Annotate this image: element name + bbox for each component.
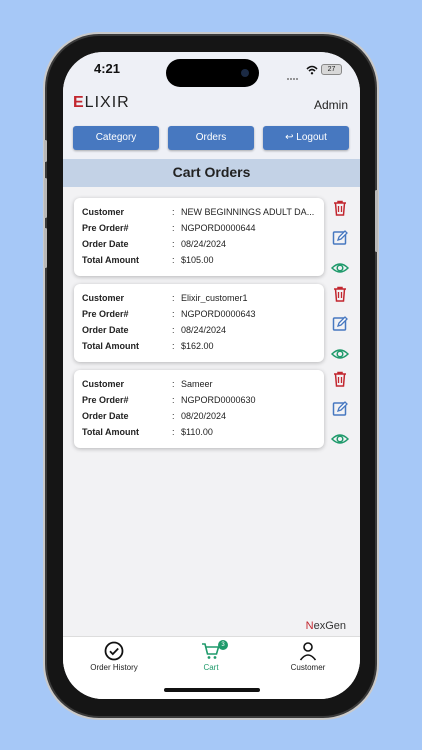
customer-label: Customer — [82, 207, 125, 217]
nexgen-brand: NexGen — [305, 620, 346, 632]
logout-label: Logout — [296, 132, 327, 143]
preorder-value: NGPORD0000644 — [181, 223, 256, 233]
orders-list: Customer: NEW BEGINNINGS ADULT DA... Pre … — [63, 187, 360, 636]
page-title: Cart Orders — [172, 164, 251, 180]
trash-icon[interactable] — [331, 285, 349, 303]
cart-badge: 3 — [218, 640, 228, 650]
tab-label: Cart — [203, 663, 219, 672]
phone-power-button — [375, 190, 378, 252]
dynamic-island — [166, 59, 259, 87]
date-label: Order Date — [82, 411, 129, 421]
nav-buttons: Category Orders ↩ Logout — [63, 121, 360, 163]
elixir-logo: ELIXIR — [73, 94, 130, 111]
edit-icon[interactable] — [331, 315, 349, 333]
battery-icon: 27 — [321, 64, 342, 75]
preorder-label: Pre Order# — [82, 309, 129, 319]
amount-value: $105.00 — [181, 255, 214, 265]
tab-order-history[interactable]: Order History — [69, 641, 159, 672]
user-name: Admin — [313, 98, 348, 112]
check-circle-icon — [104, 641, 124, 661]
status-time: 4:21 — [94, 61, 121, 76]
date-value: 08/24/2024 — [181, 239, 227, 249]
tab-cart[interactable]: 3 Cart — [166, 640, 256, 672]
tab-label: Order History — [90, 663, 138, 672]
camera-icon — [241, 69, 249, 77]
preorder-label: Pre Order# — [82, 223, 129, 233]
customer-value: Elixir_customer1 — [181, 293, 248, 303]
status-bar: 4:21 27 — [63, 52, 360, 88]
phone-side-button — [44, 140, 47, 162]
preorder-label: Pre Order# — [82, 395, 129, 405]
app-header: ELIXIR Admin — [63, 88, 360, 121]
user-icon — [299, 642, 317, 661]
edit-icon[interactable] — [331, 229, 349, 247]
home-indicator — [164, 688, 260, 692]
preorder-value: NGPORD0000630 — [181, 395, 256, 405]
logout-icon: ↩ — [285, 132, 294, 143]
customer-value: Sameer — [181, 379, 213, 389]
eye-icon[interactable] — [331, 345, 349, 363]
eye-icon[interactable] — [331, 430, 349, 448]
amount-value: $162.00 — [181, 341, 214, 351]
date-value: 08/20/2024 — [181, 411, 227, 421]
amount-value: $110.00 — [181, 427, 213, 437]
app-screen: 4:21 27 ELIXIR Admin Category Orders ↩ L… — [63, 52, 360, 699]
phone-volume-up — [44, 178, 47, 218]
trash-icon[interactable] — [331, 370, 349, 388]
customer-value: NEW BEGINNINGS ADULT DA... — [181, 207, 315, 217]
order-card[interactable]: Customer: Elixir_customer1 Pre Order#: NGP… — [74, 284, 324, 362]
customer-label: Customer — [82, 379, 125, 389]
wifi-icon — [306, 62, 318, 80]
tab-customer[interactable]: Customer — [263, 641, 353, 672]
customer-label: Customer — [82, 293, 125, 303]
date-label: Order Date — [82, 239, 129, 249]
edit-icon[interactable] — [331, 400, 349, 418]
trash-icon[interactable] — [331, 199, 349, 217]
category-button[interactable]: Category — [73, 126, 159, 150]
date-value: 08/24/2024 — [181, 325, 227, 335]
signal-icon — [287, 67, 299, 85]
amount-label: Total Amount — [82, 427, 139, 437]
eye-icon[interactable] — [331, 259, 349, 277]
date-label: Order Date — [82, 325, 129, 335]
amount-label: Total Amount — [82, 341, 139, 351]
preorder-value: NGPORD0000643 — [181, 309, 256, 319]
amount-label: Total Amount — [82, 255, 139, 265]
page-title-bar: Cart Orders — [63, 159, 360, 187]
orders-button[interactable]: Orders — [168, 126, 254, 150]
logout-button[interactable]: ↩ Logout — [263, 126, 349, 150]
phone-volume-down — [44, 228, 47, 268]
order-card[interactable]: Customer: NEW BEGINNINGS ADULT DA... Pre … — [74, 198, 324, 276]
order-card[interactable]: Customer: Sameer Pre Order#: NGPORD0000630… — [74, 370, 324, 448]
tab-label: Customer — [290, 663, 326, 672]
